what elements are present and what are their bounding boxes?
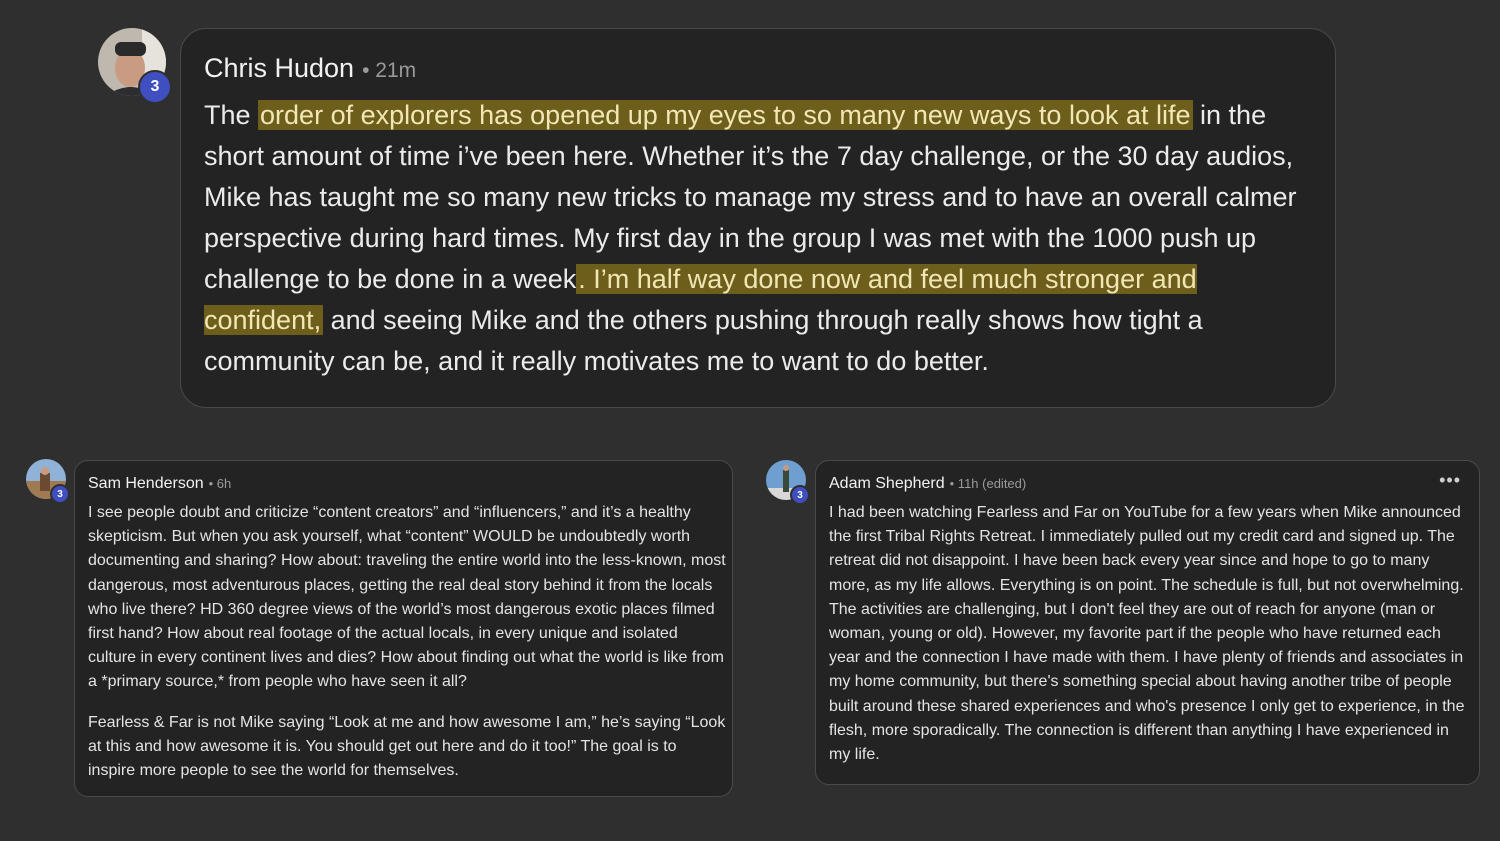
comment-paragraph: I see people doubt and criticize “conten… [88,504,726,691]
level-badge: 3 [138,70,172,104]
post-time: • 21m [362,59,417,82]
comment-time: • 11h (edited) [949,476,1027,491]
comment-body: I had been watching Fearless and Far on … [829,501,1469,767]
more-options-icon[interactable]: ••• [1439,471,1461,489]
author-name[interactable]: Chris Hudon [204,53,354,84]
post-header: Chris Hudon • 21m [204,53,416,84]
author-name[interactable]: Adam Shepherd [829,475,945,493]
comment-card-adam: Adam Shepherd • 11h (edited) ••• I had b… [815,460,1480,785]
author-name[interactable]: Sam Henderson [88,475,204,493]
body-segment: and seeing Mike and the others pushing t… [204,305,1203,376]
avatar-adam-shepherd[interactable]: 3 [766,460,810,505]
comment-card-sam: Sam Henderson • 6h I see people doubt an… [74,460,733,797]
avatar-chris-hudon[interactable]: 3 [98,28,172,104]
comment-header: Adam Shepherd • 11h (edited) [829,475,1026,493]
main-post-card: Chris Hudon • 21m The order of explorers… [180,28,1336,408]
highlighted-text: order of explorers has opened up my eyes… [258,100,1193,130]
post-body: The order of explorers has opened up my … [204,95,1314,382]
comment-paragraph: I had been watching Fearless and Far on … [829,504,1465,764]
comment-time: • 6h [208,476,232,491]
body-segment: The [204,100,259,130]
comment-header: Sam Henderson • 6h [88,475,231,493]
level-badge: 3 [790,485,810,505]
comment-paragraph: Fearless & Far is not Mike saying “Look … [88,713,726,780]
avatar-sam-henderson[interactable]: 3 [26,459,70,504]
comment-body: I see people doubt and criticize “conten… [88,501,728,783]
level-badge: 3 [50,484,70,504]
